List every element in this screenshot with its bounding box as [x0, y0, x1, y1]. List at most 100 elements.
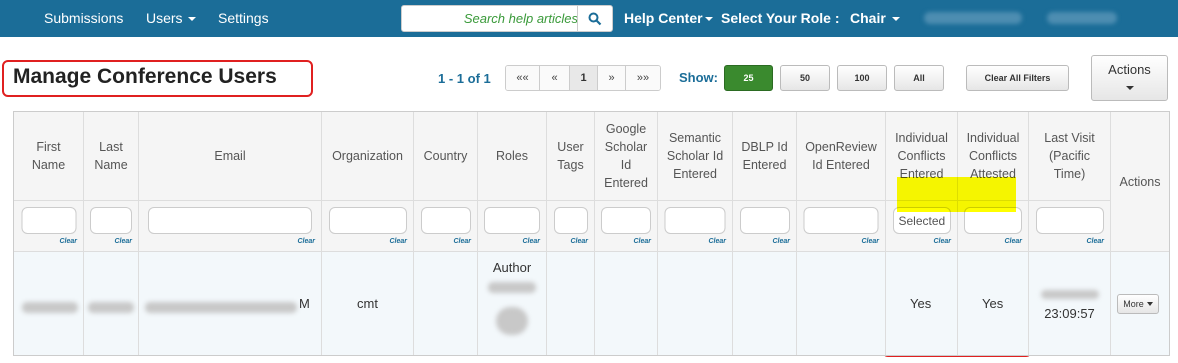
semantic-scholar-filter-input[interactable] — [664, 207, 726, 234]
actions-dropdown-button[interactable]: Actions — [1091, 55, 1168, 101]
nav-help-center[interactable]: Help Center — [624, 10, 713, 26]
pager-prev-button[interactable]: « — [540, 66, 570, 90]
pager-page-1-button[interactable]: 1 — [570, 66, 598, 90]
pager-first-button[interactable]: «« — [506, 66, 540, 90]
organization-filter-input[interactable] — [328, 207, 407, 234]
column-country: Country Clear — [414, 112, 478, 355]
column-filter: Clear — [414, 200, 477, 251]
column-header[interactable]: Last Name — [84, 112, 138, 200]
column-openreview: OpenReview Id Entered Clear — [797, 112, 886, 355]
column-header[interactable]: Google Scholar Id Entered — [595, 112, 657, 200]
role-value: Chair — [850, 10, 886, 26]
column-header[interactable]: Email — [139, 112, 321, 200]
clear-filter-link[interactable]: Clear — [522, 238, 540, 245]
column-header[interactable]: Semantic Scholar Id Entered — [658, 112, 732, 200]
column-header[interactable]: Organization — [322, 112, 413, 200]
table-cell: 23:09:57 — [1029, 251, 1110, 355]
column-filter: Clear — [14, 200, 83, 251]
google-scholar-filter-input[interactable] — [601, 207, 651, 234]
more-button[interactable]: More — [1117, 294, 1159, 314]
clear-filter-link[interactable]: Clear — [389, 238, 407, 245]
pager-next-button[interactable]: » — [598, 66, 626, 90]
help-search-input[interactable] — [406, 8, 578, 29]
clear-filter-link[interactable]: Clear — [1004, 238, 1022, 245]
show-25-button[interactable]: 25 — [724, 65, 773, 91]
show-all-button[interactable]: All — [894, 65, 944, 91]
column-actions: Actions More — [1111, 112, 1169, 355]
show-label: Show: — [679, 70, 718, 85]
column-header[interactable]: Country — [414, 112, 477, 200]
clear-filter-link[interactable]: Clear — [861, 238, 879, 245]
column-header[interactable]: User Tags — [547, 112, 594, 200]
column-user-tags: User Tags Clear — [547, 112, 595, 355]
nav-submissions[interactable]: Submissions — [44, 10, 123, 26]
pager-last-button[interactable]: »» — [626, 66, 660, 90]
country-filter-input[interactable] — [420, 207, 471, 234]
column-organization: Organization Clear cmt — [322, 112, 414, 355]
column-header: Actions — [1111, 112, 1169, 251]
column-header[interactable]: OpenReview Id Entered — [797, 112, 885, 200]
show-50-button[interactable]: 50 — [780, 65, 830, 91]
clear-filter-link[interactable]: Clear — [114, 238, 132, 245]
clear-filter-link[interactable]: Clear — [570, 238, 588, 245]
page-title: Manage Conference Users — [13, 65, 277, 88]
role-dropdown[interactable]: Chair — [850, 10, 900, 26]
roles-filter-input[interactable] — [484, 207, 540, 234]
column-header[interactable]: First Name — [14, 112, 83, 200]
column-filter: Clear — [797, 200, 885, 251]
search-button[interactable] — [577, 6, 612, 31]
chevron-down-icon — [1125, 85, 1134, 90]
column-header[interactable]: Last Visit (Pacific Time) — [1029, 112, 1110, 200]
dblp-filter-input[interactable] — [739, 207, 790, 234]
last-visit-time: 23:09:57 — [1044, 306, 1095, 321]
chevron-down-icon — [187, 17, 196, 22]
table-cell — [658, 251, 732, 355]
clear-filter-link[interactable]: Clear — [933, 238, 951, 245]
role-author: Author — [492, 260, 532, 275]
user-tags-filter-input[interactable] — [553, 207, 588, 234]
column-conflicts-attested: Individual Conflicts Attested Clear Yes — [958, 112, 1029, 355]
openreview-filter-input[interactable] — [803, 207, 879, 234]
clear-filter-link[interactable]: Clear — [633, 238, 651, 245]
first-name-filter-input[interactable] — [21, 207, 76, 234]
clear-filter-link[interactable]: Clear — [453, 238, 471, 245]
table-cell — [414, 251, 477, 355]
table-cell: More — [1111, 251, 1169, 355]
email-visible-suffix: M — [299, 296, 310, 311]
clear-filter-link[interactable]: Clear — [772, 238, 790, 245]
redacted-text — [1041, 290, 1099, 299]
chevron-down-icon — [704, 17, 713, 22]
nav-settings[interactable]: Settings — [218, 10, 269, 26]
clear-filter-link[interactable]: Clear — [59, 238, 77, 245]
redacted-text — [22, 302, 78, 313]
chevron-down-icon — [1146, 302, 1153, 306]
show-100-button[interactable]: 100 — [837, 65, 887, 91]
last-name-filter-input[interactable] — [90, 207, 132, 234]
column-conflicts-entered: Individual Conflicts Entered Clear Yes — [886, 112, 958, 355]
email-filter-input[interactable] — [148, 207, 312, 234]
pagination: «« « 1 » »» — [505, 65, 661, 91]
chevron-down-icon — [891, 17, 900, 22]
clear-filter-link[interactable]: Clear — [1086, 238, 1104, 245]
nav-users[interactable]: Users — [146, 10, 196, 26]
clear-all-filters-button[interactable]: Clear All Filters — [966, 65, 1069, 91]
table-cell: cmt — [322, 251, 413, 355]
column-filter: Clear — [139, 200, 321, 251]
help-search-box — [401, 5, 613, 32]
table-cell — [595, 251, 657, 355]
clear-filter-link[interactable]: Clear — [708, 238, 726, 245]
column-header[interactable]: Roles — [478, 112, 546, 200]
select-role-label: Select Your Role : — [721, 10, 840, 26]
column-last-visit: Last Visit (Pacific Time) Clear 23:09:57 — [1029, 112, 1111, 355]
redacted-user-name[interactable] — [924, 12, 1022, 24]
last-visit-filter-input[interactable] — [1035, 207, 1104, 234]
clear-filter-link[interactable]: Clear — [297, 238, 315, 245]
redacted-account-menu[interactable] — [1047, 12, 1117, 24]
column-filter: Clear — [322, 200, 413, 251]
redacted-text — [145, 302, 297, 313]
column-header[interactable]: DBLP Id Entered — [733, 112, 796, 200]
column-dblp: DBLP Id Entered Clear — [733, 112, 797, 355]
column-filter: Clear — [595, 200, 657, 251]
help-center-label: Help Center — [624, 10, 703, 26]
column-filter: Clear — [547, 200, 594, 251]
